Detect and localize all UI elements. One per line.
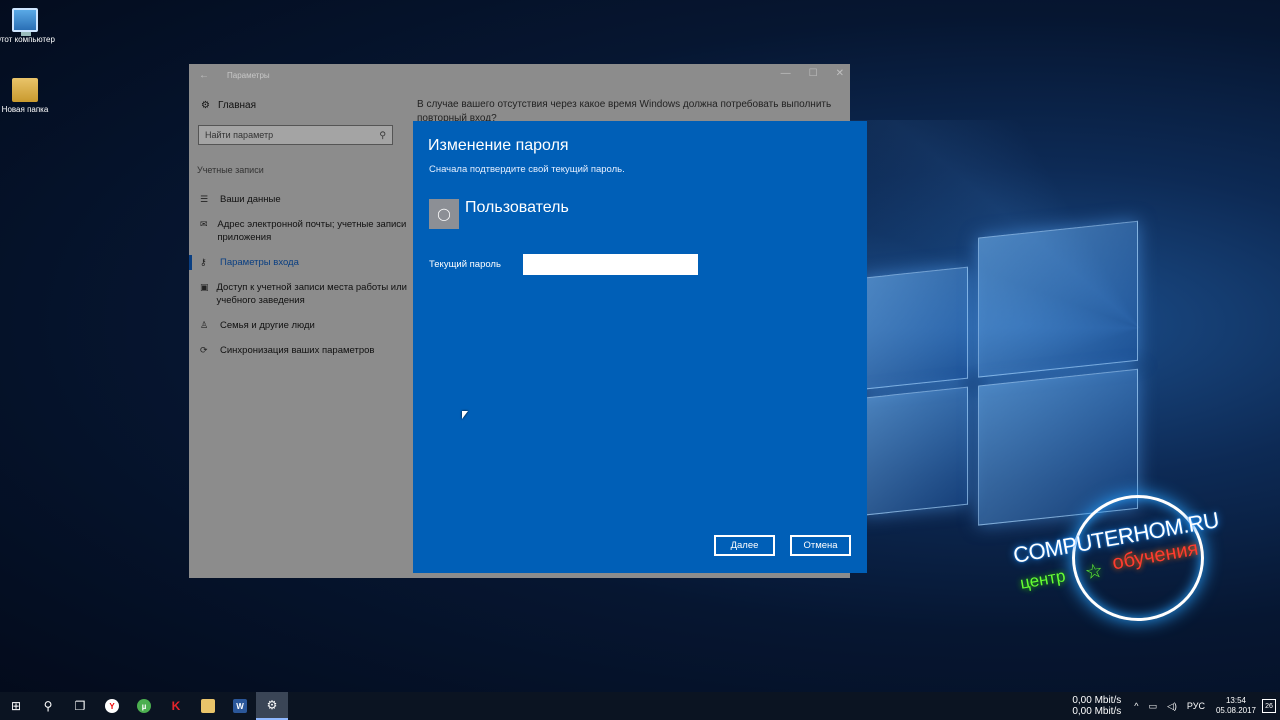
dialog-title: Изменение пароля [428,137,569,154]
cancel-button[interactable]: Отмена [790,535,851,556]
change-password-dialog: Изменение пароля Сначала подтвердите сво… [413,121,867,573]
volume-icon[interactable]: ◁) [1167,701,1177,712]
word-icon: W [233,699,247,713]
yandex-browser-icon: Y [105,699,119,713]
search-button[interactable]: ⚲ [32,692,64,720]
home-label: Главная [217,100,257,111]
notification-center-icon[interactable]: 26 [1262,699,1276,713]
user-block: ◯ Пользователь [429,199,569,229]
settings-gear-icon: ⚙ [266,698,278,712]
taskbar: ⊞ ⚲ ❐ Y µ K W ⚙ 0,00 Mbit/s 0,00 Mbit/s … [0,692,1280,720]
minimize-icon[interactable]: — [781,68,791,79]
user-avatar-icon: ◯ [429,199,459,229]
settings-sidebar: ⚙ Главная Найти параметр ⚲ Учетные запис… [189,86,409,578]
sidebar-item-label: Синхронизация ваших параметров [220,345,375,356]
network-icon[interactable]: ▭ [1148,701,1157,712]
settings-titlebar: ← Параметры [189,64,850,86]
sidebar-item-label: Ваши данные [220,194,281,205]
home-nav-item[interactable]: ⚙ Главная [189,86,409,111]
person-card-icon: ☰ [200,194,209,204]
kaspersky-icon: K [169,699,183,713]
taskbar-utorrent[interactable]: µ [128,692,160,720]
task-view-icon: ❐ [74,699,86,713]
search-icon: ⚲ [379,129,386,140]
mouse-cursor-icon [462,411,468,419]
search-icon: ⚲ [43,699,53,713]
clock-date: 05.08.2017 [1215,706,1256,715]
sidebar-item-label: Семья и другие люди [220,320,315,331]
start-button[interactable]: ⊞ [0,692,32,720]
sidebar-item-your-info[interactable]: ☰ Ваши данные [189,187,409,212]
system-tray: 0,00 Mbit/s 0,00 Mbit/s ^ ▭ ◁) РУС 13:54… [1072,692,1280,720]
language-indicator[interactable]: РУС [1187,701,1205,711]
utorrent-icon: µ [137,699,151,713]
briefcase-icon: ▣ [200,282,209,292]
desktop-icon-new-folder[interactable]: Новая папка [0,78,55,115]
settings-nav: ☰ Ваши данные ✉ Адрес электронной почты;… [189,187,409,363]
window-controls: — ☐ ✕ [781,68,844,79]
current-password-row: Текущий пароль [429,254,698,275]
sidebar-item-email-accounts[interactable]: ✉ Адрес электронной почты; учетные запис… [189,212,409,250]
gear-icon: ⚙ [201,100,210,111]
section-title: Учетные записи [197,165,264,175]
search-placeholder: Найти параметр [205,130,274,140]
network-speed: 0,00 Mbit/s 0,00 Mbit/s [1072,695,1121,717]
folder-icon [12,78,38,102]
desktop-icon-label: Новая папка [1,105,49,114]
chevron-up-icon[interactable]: ^ [1134,701,1138,711]
sidebar-item-label: Адрес электронной почты; учетные записи … [217,219,407,243]
user-name: Пользователь [465,199,569,216]
key-icon: ⚷ [200,257,207,267]
dialog-subtitle: Сначала подтвердите свой текущий пароль. [429,164,625,175]
task-view-button[interactable]: ❐ [64,692,96,720]
sidebar-item-family[interactable]: ♙ Семья и другие люди [189,313,409,338]
mail-icon: ✉ [200,219,208,229]
start-icon: ⊞ [10,699,22,713]
window-title: Параметры [227,70,270,80]
net-down: 0,00 Mbit/s [1072,706,1122,717]
file-explorer-icon [201,699,215,713]
taskbar-explorer[interactable] [192,692,224,720]
maximize-icon[interactable]: ☐ [809,68,818,79]
taskbar-yandex[interactable]: Y [96,692,128,720]
clock-time: 13:54 [1225,696,1246,705]
sidebar-item-label: Доступ к учетной записи места работы или… [216,282,407,306]
person-icon: ♙ [200,320,209,330]
watermark-sub1: центр [1018,566,1067,593]
sidebar-item-sync[interactable]: ⟳ Синхронизация ваших параметров [189,338,409,363]
watermark-logo: COMPUTERHOM.RU центр ☆ обучения [1010,495,1250,625]
sidebar-item-work-access[interactable]: ▣ Доступ к учетной записи места работы и… [189,275,409,313]
taskbar-settings[interactable]: ⚙ [256,692,288,720]
taskbar-word[interactable]: W [224,692,256,720]
desktop-icon-this-pc[interactable]: Этот компьютер [0,8,55,45]
current-password-field[interactable] [522,254,698,275]
clock[interactable]: 13:54 05.08.2017 [1216,696,1256,716]
back-arrow-icon[interactable]: ← [199,70,217,81]
next-button[interactable]: Далее [714,535,775,556]
net-up: 0,00 Mbit/s [1072,695,1122,706]
close-icon[interactable]: ✕ [836,68,844,79]
this-pc-icon [12,8,38,36]
notification-count: 26 [1265,702,1273,710]
sidebar-item-label: Параметры входа [220,257,299,268]
sync-icon: ⟳ [200,345,208,355]
current-password-label: Текущий пароль [429,259,501,270]
sidebar-item-sign-in-options[interactable]: ⚷ Параметры входа [189,250,409,275]
search-input[interactable]: Найти параметр ⚲ [198,125,393,145]
taskbar-kaspersky[interactable]: K [160,692,192,720]
desktop-icon-label: Этот компьютер [0,35,55,44]
